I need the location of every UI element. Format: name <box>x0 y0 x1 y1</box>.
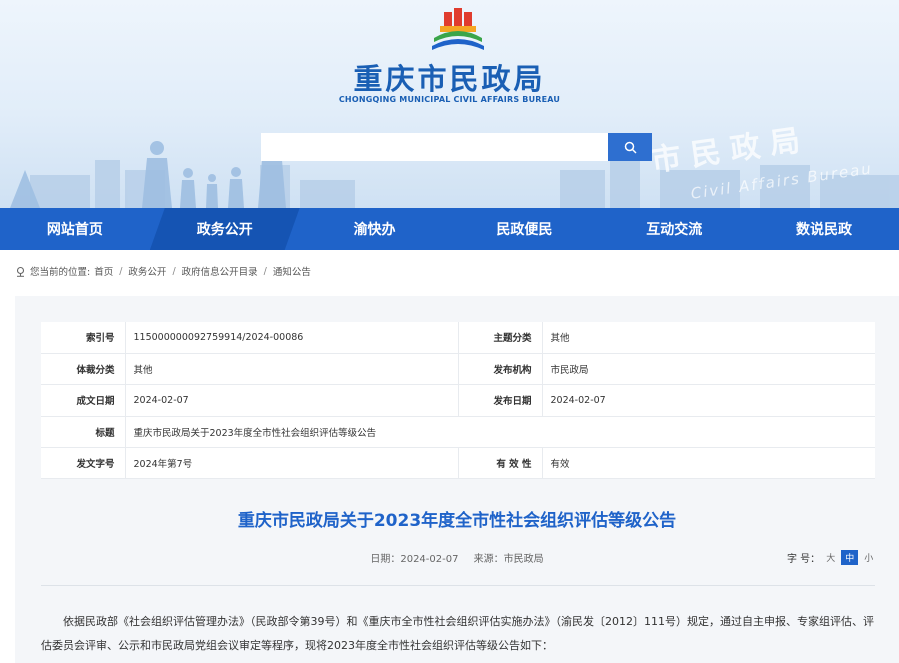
breadcrumb-separator: / <box>172 265 176 277</box>
meta-key: 标题 <box>41 416 126 449</box>
meta-value: 市民政局 <box>542 353 875 386</box>
breadcrumb-government-affairs[interactable]: 政务公开 <box>128 264 166 278</box>
site-title: 重庆市民政局 <box>353 62 546 96</box>
breadcrumb-separator: / <box>263 265 267 277</box>
font-size-small-button[interactable]: 小 <box>864 551 873 564</box>
meta-value: 2024-02-07 <box>125 384 459 417</box>
document-metadata-table: 索引号 11500000009275991​4/2024-00086 主题分类 … <box>41 322 875 480</box>
meta-key: 主题分类 <box>458 322 543 354</box>
meta-key: 成文日期 <box>41 384 126 417</box>
nav-item-interaction[interactable]: 互动交流 <box>599 208 749 250</box>
breadcrumb-prefix: 您当前的位置: <box>30 267 91 278</box>
table-row: 体裁分类 其他 发布机构 市民政局 <box>41 353 875 386</box>
meta-value: 重庆市民政局关于2023年度全市性社会组织评估等级公告 <box>125 416 875 449</box>
meta-value: 其他 <box>542 322 875 354</box>
table-row: 成文日期 2024-02-07 发布日期 2024-02-07 <box>41 384 875 417</box>
meta-value: 2024-02-07 <box>542 384 875 417</box>
font-size-label: 字 号： <box>787 554 821 565</box>
breadcrumb-home[interactable]: 首页 <box>94 264 113 278</box>
meta-value: 11500000009275991​4/2024-00086 <box>125 322 459 354</box>
nav-item-data[interactable]: 数说民政 <box>749 208 899 250</box>
nav-item-home[interactable]: 网站首页 <box>0 208 150 250</box>
nav-item-civil-services[interactable]: 民政便民 <box>449 208 599 250</box>
meta-value: 2024年第7号 <box>125 447 459 480</box>
meta-key: 发布日期 <box>458 384 543 417</box>
nav-item-government-affairs[interactable]: 政务公开 <box>149 208 300 250</box>
meta-key: 体裁分类 <box>41 353 126 386</box>
table-row: 发文字号 2024年第7号 有 效 性 有效 <box>41 447 875 480</box>
search-icon <box>624 141 637 154</box>
article-body: 依据民政部《社会组织评估管理办法》（民政部令第39号）和《重庆市全市性社会组织评… <box>41 615 874 652</box>
search-button[interactable] <box>608 133 652 161</box>
meta-key: 有 效 性 <box>458 447 543 480</box>
meta-key: 发文字号 <box>41 447 126 480</box>
bureau-emblem-icon <box>432 8 484 50</box>
meta-value: 有效 <box>542 447 875 480</box>
nav-item-yukuaiban[interactable]: 渝快办 <box>300 208 450 250</box>
breadcrumb-notices[interactable]: 通知公告 <box>273 264 311 278</box>
article-source: 来源：市民政局 <box>473 554 544 565</box>
meta-key: 索引号 <box>41 322 126 354</box>
location-pin-icon <box>16 266 25 277</box>
table-row: 索引号 11500000009275991​4/2024-00086 主题分类 … <box>41 322 875 354</box>
font-size-large-button[interactable]: 大 <box>826 551 835 564</box>
breadcrumb-info-catalog[interactable]: 政府信息公开目录 <box>182 264 258 278</box>
main-nav: 网站首页 政务公开 渝快办 民政便民 互动交流 数说民政 <box>0 208 899 250</box>
site-subtitle: CHONGQING MUNICIPAL CIVIL AFFAIRS BUREAU <box>338 95 561 104</box>
meta-value: 其他 <box>125 353 459 386</box>
meta-key: 发布机构 <box>458 353 543 386</box>
breadcrumb: 您当前的位置: 首页 / 政务公开 / 政府信息公开目录 / 通知公告 <box>15 264 311 278</box>
content-divider <box>41 585 875 586</box>
article-title: 重庆市民政局关于2023年度全市性社会组织评估等级公告 <box>237 511 677 531</box>
font-size-medium-button[interactable]: 中 <box>841 550 859 565</box>
site-header: 重庆市民政局 CHONGQING MUNICIPAL CIVIL AFFAIRS… <box>0 0 899 208</box>
content-panel: 索引号 11500000009275991​4/2024-00086 主题分类 … <box>15 296 899 663</box>
table-row: 标题 重庆市民政局关于2023年度全市性社会组织评估等级公告 <box>41 416 875 449</box>
search-input[interactable] <box>261 133 608 161</box>
article-date: 日期：2024-02-07 <box>370 554 459 565</box>
font-size-control: 字 号： 大 中 小 <box>787 550 873 565</box>
breadcrumb-separator: / <box>119 265 123 277</box>
article-meta: 日期：2024-02-07 来源：市民政局 <box>15 550 899 565</box>
